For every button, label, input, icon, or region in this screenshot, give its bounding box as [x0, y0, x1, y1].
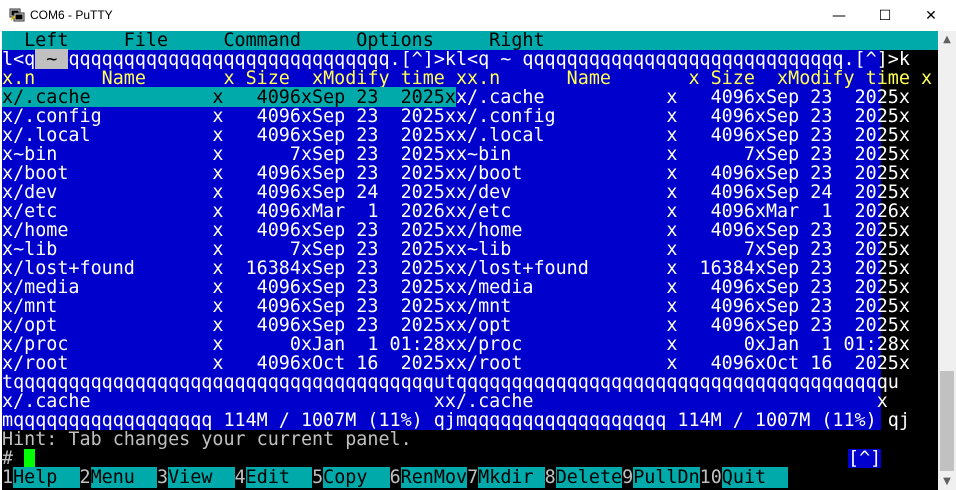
fkey-label: Delete — [555, 467, 623, 488]
file-list-row[interactable]: x/boot x 4096xSep 23 2025xx/boot x 4096x… — [2, 164, 910, 183]
file-list-row[interactable]: x/.local x 4096xSep 23 2025xx/.local x 4… — [2, 126, 910, 145]
file-list-row[interactable]: x/media x 4096xSep 23 2025xx/media x 409… — [2, 278, 910, 297]
title-bar: COM6 - PuTTY — ☐ ✕ — [0, 0, 956, 31]
fkey-number: 5 — [312, 467, 324, 488]
scrollbar[interactable]: ▲ ▼ — [938, 31, 956, 490]
fkey-label: Help — [13, 467, 80, 488]
file-list-row[interactable]: x~lib x 7xSep 23 2025xx~lib x 7xSep 23 2… — [2, 240, 910, 259]
file-list-row[interactable]: x/.config x 4096xSep 23 2025xx/.config x… — [2, 107, 910, 126]
hint-line: Hint: Tab changes your current panel. — [2, 429, 412, 450]
fkey-label: Mkdir — [478, 467, 545, 488]
file-list-row[interactable]: x/dev x 4096xSep 24 2025xx/dev x 4096xSe… — [2, 183, 910, 202]
minimize-button[interactable]: — — [816, 0, 862, 31]
fkey-10-button[interactable]: 10Quit — [700, 467, 789, 488]
scroll-thumb[interactable] — [940, 371, 954, 471]
fkey-label: View — [168, 467, 235, 488]
fkey-label: PullDn — [633, 467, 700, 488]
panel-separator: tqqqqqqqqqqqqqqqqqqqqqqqqqqqqqqqqqqqqqqu… — [2, 372, 899, 393]
file-list-row[interactable]: x/lost+found x 16384xSep 23 2025xx/lost+… — [2, 259, 910, 278]
fkey-label: Menu — [90, 467, 158, 488]
file-list-row[interactable]: x/root x 4096xOct 16 2025xx/root x 4096x… — [2, 354, 910, 373]
directory-history-button[interactable]: ~ — [35, 49, 69, 70]
command-history-button[interactable]: [^] — [848, 449, 882, 468]
panel-bottom-border: mqqqqqqqqqqqqqqqqqq 114M / 1007M (11%) q… — [2, 410, 910, 431]
fkey-label: RenMov — [400, 467, 468, 488]
fkey-number: 6 — [389, 467, 401, 488]
command-prompt[interactable]: # — [2, 449, 13, 468]
fkey-3-button[interactable]: 3View — [157, 467, 235, 488]
fkey-label: Edit — [245, 467, 313, 488]
menu-bar[interactable]: Left File Command Options Right — [2, 31, 938, 50]
fkey-number: 4 — [234, 467, 246, 488]
fkey-9-button[interactable]: 9PullDn — [622, 467, 700, 488]
right-panel-first-row[interactable]: x/.cache x 4096xSep 23 2025x — [456, 87, 910, 108]
fkey-number: 1 — [2, 467, 14, 488]
fkey-number: 2 — [79, 467, 91, 488]
fkey-label: Quit — [721, 467, 789, 488]
fkey-label: Copy — [323, 467, 390, 488]
fkey-6-button[interactable]: 6RenMov — [390, 467, 468, 488]
fkey-7-button[interactable]: 7Mkdir — [467, 467, 545, 488]
text-cursor — [24, 449, 35, 468]
window-title: COM6 - PuTTY — [30, 8, 113, 22]
fkey-number: 10 — [699, 467, 722, 488]
fkey-number: 9 — [622, 467, 634, 488]
file-list-row[interactable]: x/home x 4096xSep 23 2025xx/home x 4096x… — [2, 221, 910, 240]
fkey-8-button[interactable]: 8Delete — [545, 467, 623, 488]
putty-icon — [9, 8, 25, 22]
panel-column-headers: x.n Name x Size xModify time xx.n Name x… — [2, 68, 933, 89]
file-list-row[interactable]: x~bin x 7xSep 23 2025xx~bin x 7xSep 23 2… — [2, 145, 910, 164]
file-list-row[interactable]: x/opt x 4096xSep 23 2025xx/opt x 4096xSe… — [2, 316, 910, 335]
fkey-5-button[interactable]: 5Copy — [312, 467, 390, 488]
file-list-row[interactable]: x/etc x 4096xMar 1 2026xx/etc x 4096xMar… — [2, 202, 910, 221]
file-list-row[interactable]: x/proc x 0xJan 1 01:28xx/proc x 0xJan 1 … — [2, 335, 910, 354]
fkey-2-button[interactable]: 2Menu — [80, 467, 158, 488]
fkey-4-button[interactable]: 4Edit — [235, 467, 313, 488]
selected-file-row[interactable]: x/.cache x 4096xSep 23 2025x — [2, 87, 456, 108]
fkey-1-button[interactable]: 1Help — [2, 467, 80, 488]
scroll-down-arrow-icon[interactable]: ▼ — [938, 473, 956, 490]
file-list-row[interactable]: x/.cache x 4096xSep 23 2025xx/.cache x 4… — [2, 87, 910, 108]
terminal[interactable]: Left File Command Options Right l<q ~ qq… — [2, 31, 938, 490]
panel-top-border: l<q ~ qqqqqqqqqqqqqqqqqqqqqqqqqqqqq.[^]>… — [2, 49, 910, 70]
close-button[interactable]: ✕ — [908, 0, 954, 31]
panel-mini-status: x/.cache xx/.cache x — [2, 391, 888, 412]
scroll-up-arrow-icon[interactable]: ▲ — [938, 31, 956, 48]
maximize-button[interactable]: ☐ — [862, 0, 908, 31]
fkey-number: 3 — [157, 467, 169, 488]
fkey-number: 7 — [467, 467, 479, 488]
file-list-row[interactable]: x/mnt x 4096xSep 23 2025xx/mnt x 4096xSe… — [2, 297, 910, 316]
fkey-number: 8 — [544, 467, 556, 488]
